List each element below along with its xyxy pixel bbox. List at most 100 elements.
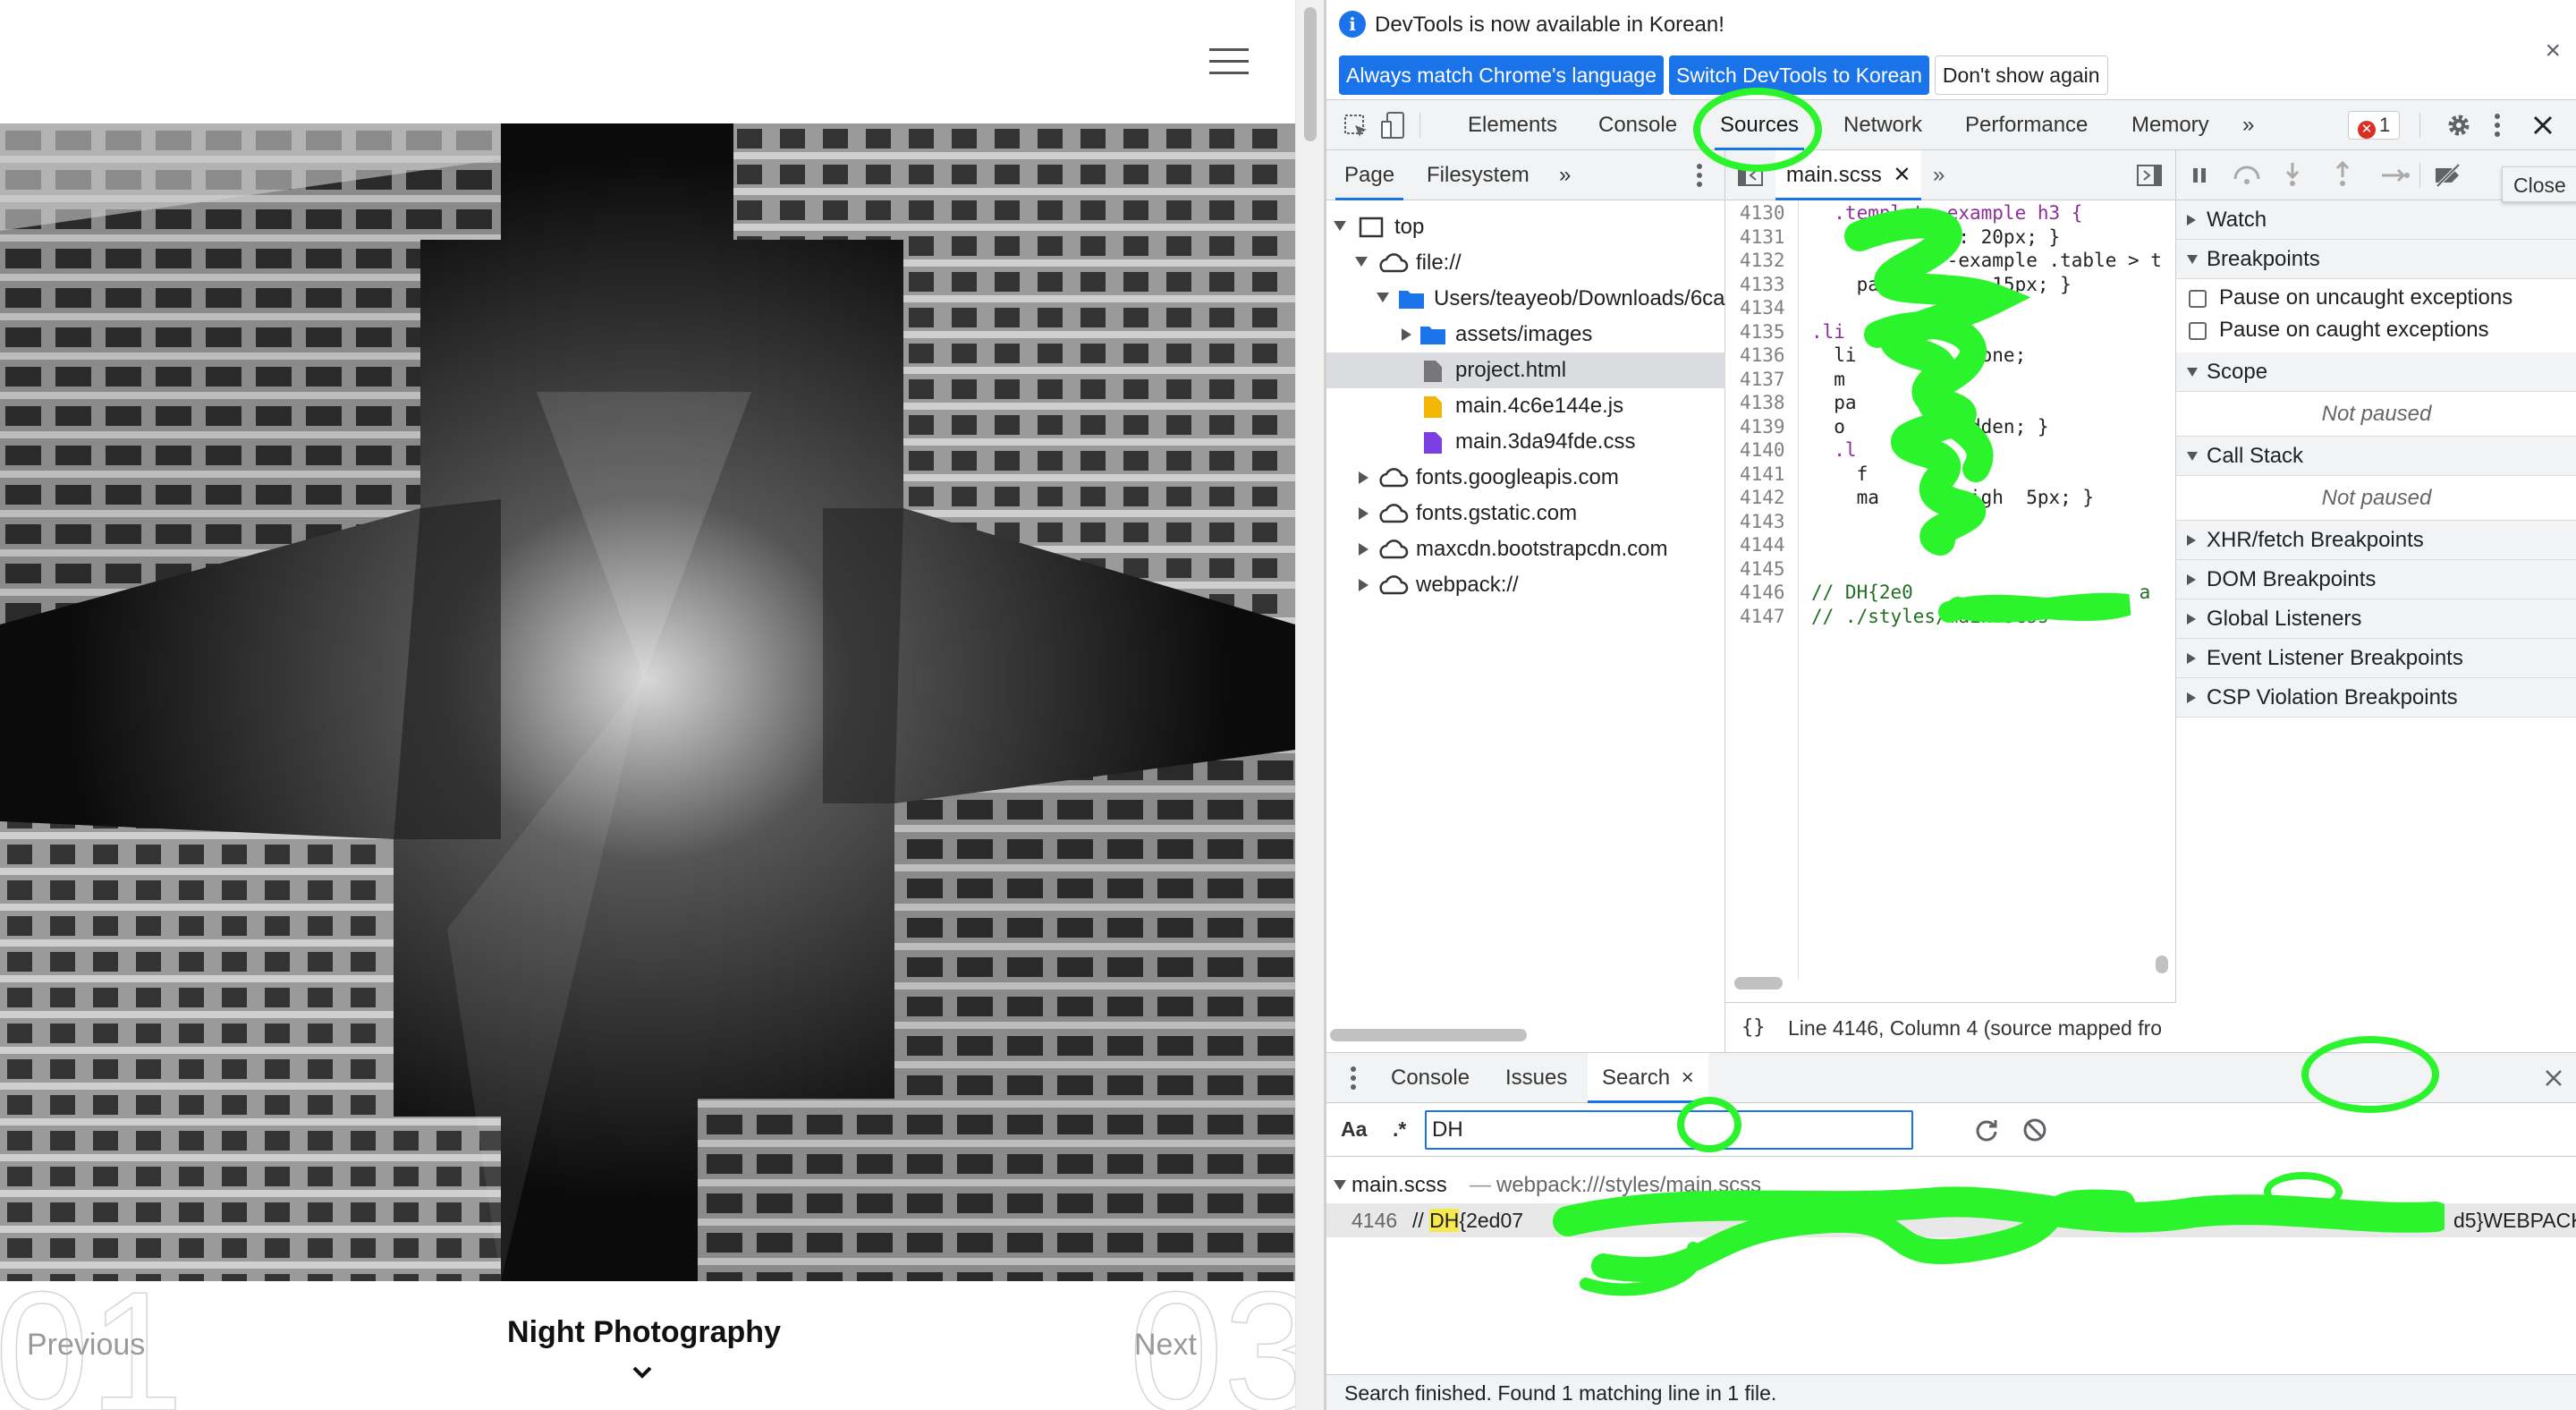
close-devtools-icon[interactable] — [2532, 115, 2554, 136]
scrollbar-thumb[interactable] — [1304, 7, 1317, 141]
line-number[interactable]: 4142 — [1740, 487, 1785, 508]
switch-korean-button[interactable]: Switch DevTools to Korean — [1669, 55, 1929, 95]
tab-elements[interactable]: Elements — [1468, 100, 1557, 150]
tab-sources[interactable]: Sources — [1714, 100, 1805, 150]
more-navigator-tabs-icon[interactable]: » — [1559, 150, 1571, 200]
editor-tab-main-scss[interactable]: main.scss ✕ — [1775, 150, 1922, 200]
editor-vertical-scrollbar[interactable] — [2156, 956, 2168, 973]
refresh-icon[interactable] — [1974, 1117, 1999, 1142]
code-area[interactable]: 4130 4131 4132 4133 4134 4135 4136 4137 4138 4139… — [1725, 200, 2176, 979]
tree-item-file[interactable]: file:// — [1326, 245, 1725, 281]
tree-item-main-css[interactable]: main.3da94fde.css — [1326, 424, 1725, 460]
infobar-close-icon[interactable]: × — [2545, 36, 2561, 66]
close-tab-icon[interactable]: ✕ — [1893, 163, 1911, 187]
line-number[interactable]: 4147 — [1740, 606, 1785, 627]
device-toolbar-icon[interactable] — [1380, 111, 1407, 140]
drawer-tab-search[interactable]: Search × — [1588, 1053, 1708, 1103]
result-line[interactable]: 4146 // DH{2ed07 d5}WEBPACK FOOTER // — [1326, 1203, 2576, 1237]
line-number[interactable]: 4132 — [1740, 250, 1785, 271]
navigator-scrollbar[interactable] — [1330, 1029, 1527, 1041]
csp-violation-breakpoints-section[interactable]: CSP Violation Breakpoints — [2176, 678, 2576, 718]
line-number[interactable]: 4131 — [1740, 226, 1785, 248]
gear-icon[interactable] — [2445, 111, 2473, 140]
tree-item-fonts-gstatic[interactable]: fonts.gstatic.com — [1326, 496, 1725, 531]
line-number[interactable]: 4139 — [1740, 416, 1785, 437]
pause-icon[interactable] — [2189, 165, 2210, 186]
cursor-position: Line 4146, Column 4 (source mapped fro — [1788, 1016, 2163, 1040]
line-number[interactable]: 4145 — [1740, 558, 1785, 580]
line-number[interactable]: 4146 — [1740, 582, 1785, 603]
tree-item-top[interactable]: top — [1326, 209, 1725, 245]
tab-network[interactable]: Network — [1843, 100, 1922, 150]
pause-uncaught-checkbox[interactable]: Pause on uncaught exceptions — [2176, 281, 2576, 315]
drawer-tab-console[interactable]: Console — [1391, 1053, 1470, 1103]
hamburger-menu-icon[interactable] — [1209, 48, 1249, 75]
inspect-element-icon[interactable] — [1343, 113, 1369, 140]
line-number[interactable]: 4141 — [1740, 463, 1785, 485]
tree-item-assets-images[interactable]: assets/images — [1326, 317, 1725, 352]
step-icon[interactable] — [2380, 165, 2411, 186]
step-into-icon[interactable] — [2284, 161, 2301, 188]
line-number[interactable]: 4130 — [1740, 202, 1785, 224]
more-editor-tabs-icon[interactable]: » — [1933, 150, 1945, 200]
line-number[interactable]: 4140 — [1740, 439, 1785, 461]
tree-item-downloads-folder[interactable]: Users/teayeob/Downloads/6ca — [1326, 281, 1725, 317]
line-number[interactable]: 4133 — [1740, 274, 1785, 295]
tree-item-maxcdn[interactable]: maxcdn.bootstrapcdn.com — [1326, 531, 1725, 567]
line-number[interactable]: 4144 — [1740, 534, 1785, 556]
line-number[interactable]: 4138 — [1740, 392, 1785, 413]
error-count-badge[interactable]: ✕ 1 — [2348, 111, 2401, 140]
drawer-tab-issues[interactable]: Issues — [1505, 1053, 1567, 1103]
navigator-menu-icon[interactable] — [1693, 161, 1706, 190]
main-toolbar: Elements Console Sources Network Perform… — [1326, 100, 2576, 150]
global-listeners-section[interactable]: Global Listeners — [2176, 599, 2576, 639]
code-line: ma igh 5px; } — [1811, 487, 2095, 508]
step-out-icon[interactable] — [2334, 161, 2351, 188]
step-over-icon[interactable] — [2232, 163, 2262, 186]
tree-item-webpack[interactable]: webpack:// — [1326, 567, 1725, 603]
line-number[interactable]: 4136 — [1740, 344, 1785, 366]
tree-item-main-js[interactable]: main.4c6e144e.js — [1326, 388, 1725, 424]
line-number[interactable]: 4134 — [1740, 297, 1785, 319]
drawer-menu-icon[interactable] — [1348, 1064, 1359, 1092]
match-case-toggle[interactable]: Aa — [1341, 1117, 1367, 1142]
dont-show-again-button[interactable]: Don't show again — [1934, 55, 2108, 95]
scope-section[interactable]: Scope — [2176, 352, 2576, 392]
search-toolbar: Aa .* DH — [1326, 1103, 2576, 1157]
clear-search-icon[interactable] — [2022, 1117, 2047, 1142]
line-number[interactable]: 4137 — [1740, 369, 1785, 390]
tree-item-fonts-googleapis[interactable]: fonts.googleapis.com — [1326, 460, 1725, 496]
code-line: o dden; } — [1811, 415, 2049, 437]
xhr-breakpoints-section[interactable]: XHR/fetch Breakpoints — [2176, 521, 2576, 560]
tab-performance[interactable]: Performance — [1965, 100, 2088, 150]
pause-caught-checkbox[interactable]: Pause on caught exceptions — [2176, 313, 2576, 347]
more-options-icon[interactable] — [2491, 111, 2504, 140]
line-number-gutter: 4130 4131 4132 4133 4134 4135 4136 4137 4138 4139… — [1725, 200, 1799, 979]
more-tabs-icon[interactable]: » — [2242, 100, 2254, 150]
chevron-down-icon[interactable] — [631, 1362, 653, 1383]
event-listener-breakpoints-section[interactable]: Event Listener Breakpoints — [2176, 639, 2576, 678]
folder-icon — [1399, 291, 1424, 309]
deactivate-breakpoints-icon[interactable] — [2434, 163, 2462, 188]
search-input[interactable]: DH — [1425, 1110, 1913, 1150]
line-number[interactable]: 4135 — [1740, 321, 1785, 343]
tab-console[interactable]: Console — [1598, 100, 1677, 150]
tree-item-project-html[interactable]: project.html — [1326, 352, 1725, 388]
line-number[interactable]: 4143 — [1740, 511, 1785, 532]
close-search-tab-icon[interactable]: × — [1682, 1066, 1694, 1090]
page-scrollbar[interactable] — [1295, 0, 1324, 1410]
regex-toggle[interactable]: .* — [1393, 1117, 1406, 1142]
tab-filesystem[interactable]: Filesystem — [1427, 150, 1530, 200]
toggle-debugger-icon[interactable] — [2137, 165, 2162, 186]
toggle-navigator-icon[interactable] — [1738, 165, 1763, 186]
call-stack-section[interactable]: Call Stack — [2176, 437, 2576, 476]
close-drawer-icon[interactable] — [2545, 1069, 2563, 1087]
breakpoints-section[interactable]: Breakpoints — [2176, 240, 2576, 279]
editor-horizontal-scrollbar[interactable] — [1734, 977, 1783, 990]
dom-breakpoints-section[interactable]: DOM Breakpoints — [2176, 560, 2576, 599]
tab-memory[interactable]: Memory — [2131, 100, 2209, 150]
watch-section[interactable]: Watch — [2176, 200, 2576, 240]
match-language-button[interactable]: Always match Chrome's language — [1339, 55, 1664, 95]
pretty-print-button[interactable]: {} — [1741, 1003, 1766, 1052]
tab-page[interactable]: Page — [1335, 150, 1404, 200]
